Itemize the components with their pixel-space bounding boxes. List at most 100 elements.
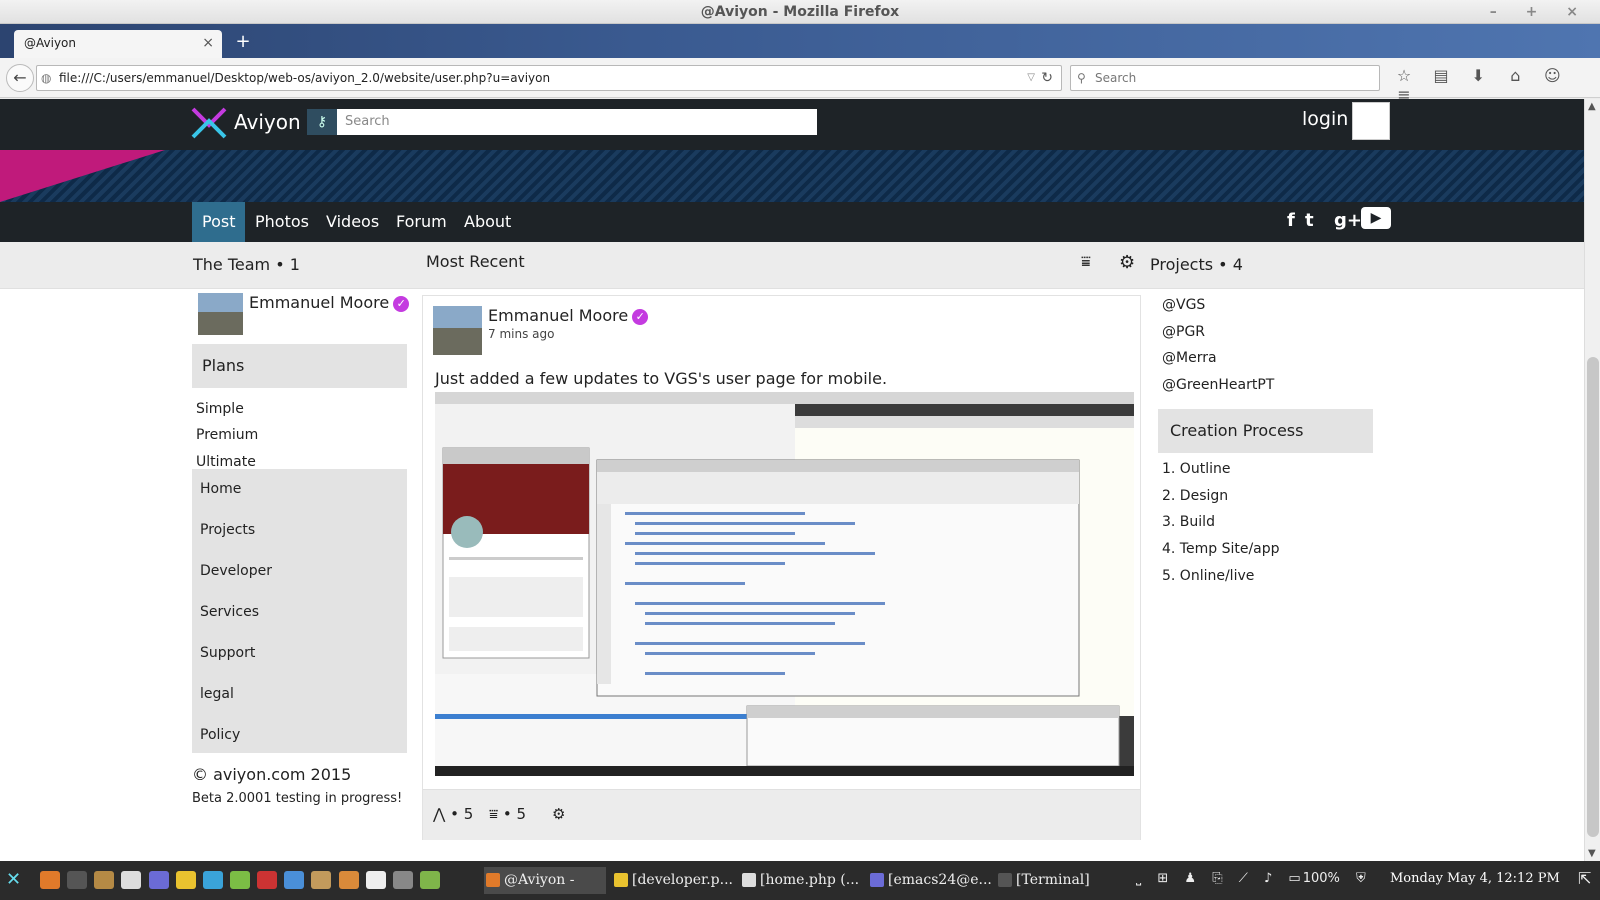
minimize-all-icon[interactable]: ⎵ [1136,871,1141,886]
plan-premium[interactable]: Premium [196,427,258,443]
taskbar-window-terminal[interactable]: [Terminal] [996,867,1106,894]
folder-launcher-icon[interactable] [229,871,250,889]
taskbar-window-emacs[interactable]: [emacs24@e... [868,867,992,894]
googleplus-icon[interactable]: g+ [1334,210,1362,231]
url-bar[interactable]: ◍ file:///C:/users/emmanuel/Desktop/web-… [36,65,1062,91]
plan-ultimate[interactable]: Ultimate [196,454,256,470]
emacs-icon [870,873,884,887]
reload-icon[interactable]: ↻ [1041,66,1053,90]
webcam-launcher-icon[interactable] [392,871,413,889]
nav-photos[interactable]: Photos [245,202,319,242]
step-temp-site[interactable]: 4. Temp Site/app [1162,541,1280,557]
clock[interactable]: Monday May 4, 12:12 PM [1390,871,1560,886]
terminal-launcher-icon[interactable] [67,871,88,889]
desktop-screenshot-illustration [435,392,1134,776]
clipboard-icon[interactable]: ⎘ [1212,871,1222,886]
youtube-icon[interactable]: ▶ [1361,207,1391,229]
volume-icon[interactable]: ♪ [1264,871,1272,886]
login-link[interactable]: login [1302,108,1348,130]
home-icon[interactable]: ⌂ [1501,66,1529,85]
twitter-icon[interactable]: t [1305,210,1314,231]
step-build[interactable]: 3. Build [1162,514,1215,530]
facebook-icon[interactable]: f [1287,210,1295,231]
aviyon-logo-icon[interactable] [191,107,227,139]
verified-icon: ✓ [632,309,649,325]
post-author[interactable]: Emmanuel Moore ✓ [488,306,649,325]
sidebar-item-developer[interactable]: Developer [200,563,272,579]
scrollbar-thumb[interactable] [1587,357,1599,837]
site-search-icon[interactable]: ⚷ [307,109,337,135]
nav-videos[interactable]: Videos [316,202,389,242]
chrome-launcher-icon[interactable] [284,871,305,889]
project-merra[interactable]: @Merra [1162,350,1217,366]
show-desktop-icon[interactable]: ⇱ [1578,869,1591,888]
firefox-launcher-icon[interactable] [40,871,60,889]
plan-simple[interactable]: Simple [196,401,244,417]
creation-process-heading: Creation Process [1158,409,1373,453]
browser-search-input[interactable]: ⚲ Search [1070,65,1380,91]
project-greenheartpt[interactable]: @GreenHeartPT [1162,377,1274,393]
filezilla-launcher-icon[interactable] [257,871,278,889]
taskbar-window-aviyon[interactable]: @Aviyon - M... [484,867,606,900]
project-pgr[interactable]: @PGR [1162,324,1205,340]
chat-icon[interactable]: ☺ [1538,66,1566,85]
team-member-avatar[interactable] [198,293,243,335]
sidebar-item-home[interactable]: Home [200,481,241,497]
sidebar-item-policy[interactable]: Policy [200,727,240,743]
project-vgs[interactable]: @VGS [1162,297,1205,313]
post-author-name: Emmanuel Moore [488,306,629,325]
document-launcher-icon[interactable] [365,871,386,889]
team-member[interactable]: Emmanuel Moore ✓ [249,293,410,312]
window-titlebar: @Aviyon - Mozilla Firefox – + × [0,0,1600,24]
site-search-input[interactable]: Search [337,109,817,135]
taskbar-window-developer[interactable]: [developer.p... [612,867,734,894]
step-design[interactable]: 2. Design [1162,488,1228,504]
user-icon[interactable]: ♟ [1184,871,1196,886]
new-tab-button[interactable]: + [232,30,254,54]
gear-icon[interactable]: ⚙ [1119,252,1135,273]
brand-name[interactable]: Aviyon [234,110,301,134]
post-author-avatar[interactable] [433,306,482,355]
battery-icon[interactable]: ▭ [1288,871,1300,886]
beta-notice: Beta 2.0001 testing in progress! [192,791,403,806]
page-scrollbar[interactable]: ▲ ▼ [1584,99,1600,861]
taskbar-window-home[interactable]: [home.php (... [740,867,862,894]
comment-button[interactable]: ⩸ • 5 [489,805,526,823]
close-tab-icon[interactable]: × [202,30,214,56]
sidebar-item-support[interactable]: Support [200,645,255,661]
writer-launcher-icon[interactable] [202,871,223,889]
workspace-grid-icon[interactable]: ⊞ [1157,871,1168,886]
office-launcher-icon[interactable] [175,871,196,889]
like-button[interactable]: ⋀ • 5 [433,805,473,823]
step-online[interactable]: 5. Online/live [1162,568,1254,584]
editor-launcher-icon[interactable] [121,871,142,889]
download-icon[interactable]: ⬇ [1464,66,1492,85]
sidebar-item-projects[interactable]: Projects [200,522,255,538]
back-button[interactable]: ← [6,64,34,92]
avatar[interactable] [1352,102,1390,140]
nav-forum[interactable]: Forum [386,202,457,242]
post-settings-gear-icon[interactable]: ⚙ [552,805,565,823]
bookmarks-icon[interactable]: ▤ [1427,66,1455,85]
nav-post[interactable]: Post [192,202,246,242]
shield-icon[interactable]: ⛨ [1356,871,1366,886]
browser-tab-aviyon[interactable]: @Aviyon × [14,30,222,58]
nav-about[interactable]: About [454,202,521,242]
sidebar-item-services[interactable]: Services [200,604,259,620]
window-controls[interactable]: – + × [1490,0,1590,24]
star-icon[interactable]: ☆ [1390,66,1418,85]
sort-icon[interactable]: ⩸ [1081,252,1091,272]
network-launcher-icon[interactable] [419,871,440,889]
post-screenshot-image[interactable] [435,392,1134,776]
media-launcher-icon[interactable] [338,871,359,889]
step-outline[interactable]: 1. Outline [1162,461,1230,477]
network-icon[interactable]: ⟋ [1239,871,1248,886]
emacs-launcher-icon[interactable] [148,871,169,889]
scroll-up-icon[interactable]: ▲ [1588,101,1596,112]
gimp-launcher-icon[interactable] [311,871,332,889]
start-menu-icon[interactable]: ✕ [6,869,21,890]
files-launcher-icon[interactable] [94,871,115,889]
scroll-down-icon[interactable]: ▼ [1588,848,1596,859]
sidebar-item-legal[interactable]: legal [200,686,234,702]
url-dropdown-icon[interactable]: ▽ [1027,66,1035,90]
